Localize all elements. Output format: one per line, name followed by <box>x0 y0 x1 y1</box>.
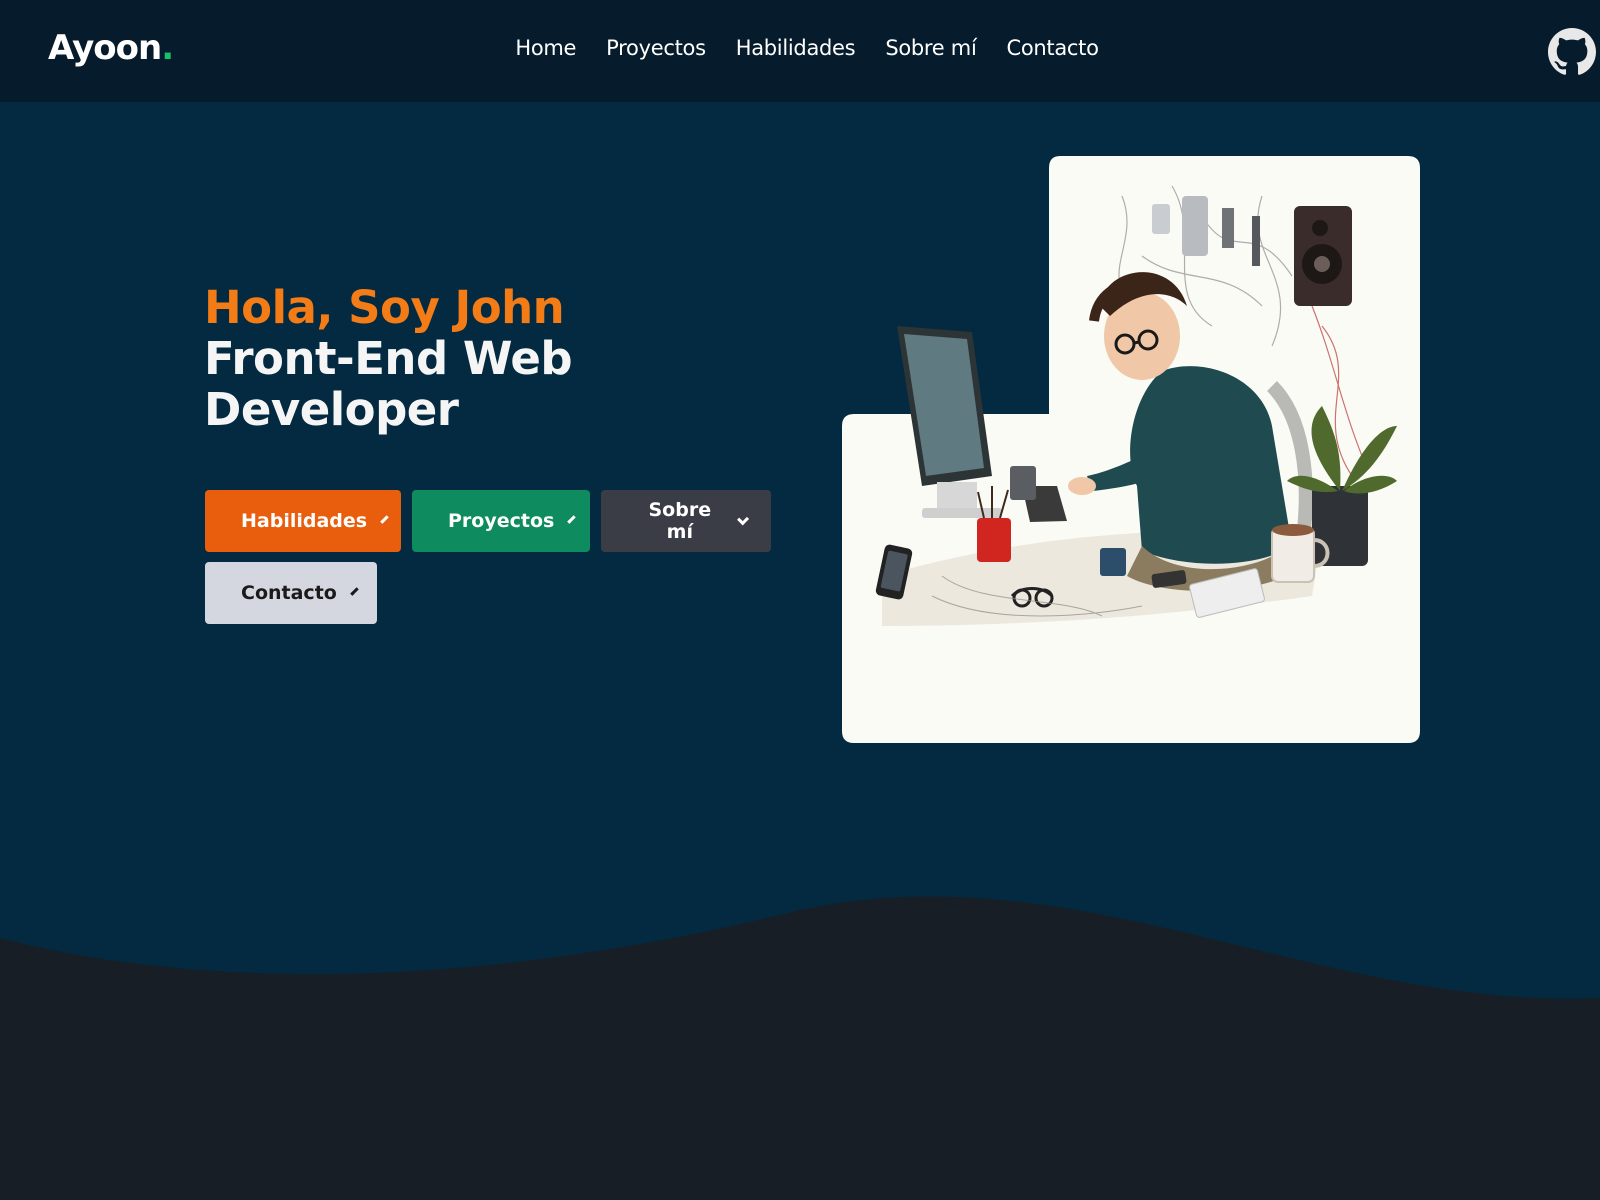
nav-habilidades[interactable]: Habilidades <box>736 36 856 60</box>
github-icon-glyph <box>1548 28 1596 75</box>
page: Ayoon. Home Proyectos Habilidades Sobre … <box>0 0 1600 1200</box>
sobre-mi-button[interactable]: Sobre mí <box>601 490 771 552</box>
hero-greeting: Hola, Soy John <box>204 281 565 334</box>
chevron-down-icon <box>350 586 359 596</box>
chevron-down-icon <box>736 512 749 526</box>
footer-wave <box>0 896 1600 1200</box>
proyectos-button-label: Proyectos <box>448 510 555 532</box>
main-nav: Home Proyectos Habilidades Sobre mí Cont… <box>0 36 1600 60</box>
hero-buttons: Habilidades Proyectos Sobre mí Contacto <box>205 490 785 624</box>
sobre-mi-button-label: Sobre mí <box>648 499 712 543</box>
chevron-down-icon <box>380 514 389 524</box>
contacto-button[interactable]: Contacto <box>205 562 377 624</box>
developer-at-desk-illustration <box>842 156 1420 743</box>
habilidades-button[interactable]: Habilidades <box>205 490 401 552</box>
nav-proyectos[interactable]: Proyectos <box>606 36 706 60</box>
chevron-down-icon <box>567 514 577 524</box>
nav-home[interactable]: Home <box>515 36 576 60</box>
nav-contacto[interactable]: Contacto <box>1006 36 1098 60</box>
habilidades-button-label: Habilidades <box>241 510 368 532</box>
github-icon[interactable] <box>1548 28 1596 76</box>
hero-title: Hola, Soy John Front-End Web Developer <box>204 282 724 435</box>
contacto-button-label: Contacto <box>241 582 337 604</box>
hero-illustration-card <box>842 156 1420 743</box>
hero-role: Front-End Web Developer <box>204 332 573 436</box>
proyectos-button[interactable]: Proyectos <box>412 490 590 552</box>
nav-sobre-mi[interactable]: Sobre mí <box>885 36 976 60</box>
site-header: Ayoon. Home Proyectos Habilidades Sobre … <box>0 0 1600 102</box>
